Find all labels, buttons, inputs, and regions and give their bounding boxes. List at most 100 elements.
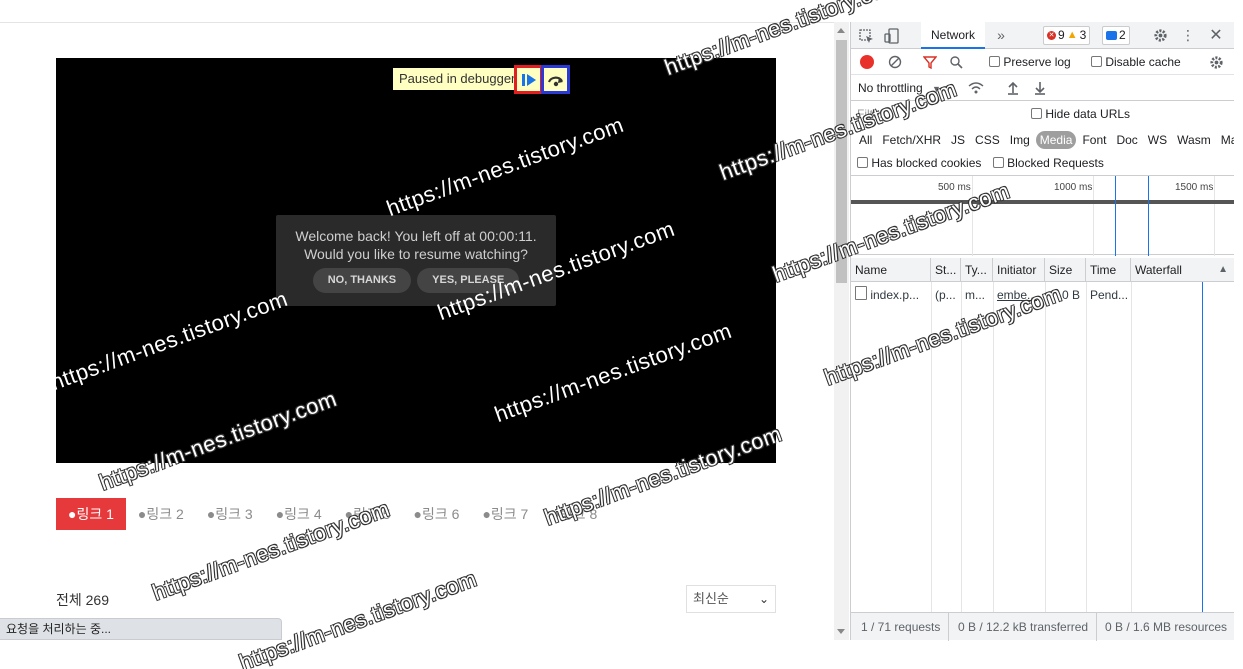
error-icon: ✕ [1047,31,1056,40]
total-count: 전체 269 [56,592,110,608]
tab-link-4[interactable]: ●링크 4 [265,498,333,530]
error-count: 9 [1058,28,1065,42]
more-tabs-button[interactable]: » [994,26,1008,44]
devtools-tab-bar: Network » ✕ 9 ▲ 3 2 ⋮ ✕ [851,22,1234,49]
throttling-select[interactable]: No throttling ▼ [858,81,941,95]
type-filter-doc[interactable]: Doc [1112,131,1141,149]
wifi-conditions-icon[interactable] [967,80,985,96]
blocked-requests-checkbox[interactable]: Blocked Requests [992,156,1104,170]
summary-resources: 0 B / 1.6 MB resources [1105,620,1228,634]
checkbox-icon [1031,108,1042,119]
close-icon[interactable]: ✕ [1207,26,1225,44]
type-filter-js[interactable]: JS [947,131,969,149]
table-row[interactable]: index.p... [851,284,931,306]
resume-icon [521,73,536,86]
device-toolbar-icon[interactable] [883,27,901,45]
divider [948,613,949,641]
column-header-initiator[interactable]: Initiator [993,258,1045,282]
inspect-element-icon[interactable] [857,27,875,45]
network-settings-gear-icon[interactable] [1208,54,1224,70]
messages-badge[interactable]: 2 [1102,26,1130,45]
summary-requests: 1 / 71 requests [861,620,941,634]
settings-gear-icon[interactable] [1151,26,1169,44]
file-icon [855,286,867,300]
step-over-button[interactable] [541,65,570,94]
yes-please-button[interactable]: YES, PLEASE [417,268,520,293]
timeline-label-1500: 1500 ms [1175,182,1214,193]
column-header-type[interactable]: Ty... [961,258,993,282]
tab-link-5[interactable]: ●링크 5 [334,498,402,530]
type-filter-manifest[interactable]: Manifest [1217,131,1234,149]
divider [1096,613,1097,641]
column-header-size[interactable]: Size [1045,258,1086,282]
network-overview-timeline[interactable]: 500 ms 1000 ms 1500 ms [851,175,1234,256]
timeline-gridline [1214,176,1215,256]
record-icon[interactable] [860,55,874,69]
checkbox-icon [857,157,868,168]
column-divider [1045,282,1046,612]
hide-data-urls-label: Hide data URLs [1045,107,1131,121]
type-filter-all[interactable]: All [855,131,876,149]
has-blocked-cookies-checkbox[interactable]: Has blocked cookies [857,156,985,170]
row-size: 0 B [1061,288,1080,302]
column-divider [1131,282,1132,612]
type-filter-fetch-xhr[interactable]: Fetch/XHR [878,131,945,149]
paused-in-debugger-label: Paused in debugger [393,68,522,90]
tab-link-8[interactable]: ●링크 8 [540,498,608,530]
scroll-up-arrow-icon[interactable] [837,28,845,33]
type-filter-wasm[interactable]: Wasm [1173,131,1215,149]
column-divider [993,282,994,612]
export-har-icon[interactable] [1032,80,1048,96]
hide-data-urls-checkbox[interactable]: Hide data URLs [1031,107,1130,121]
has-blocked-cookies-label: Has blocked cookies [871,156,982,170]
disable-cache-checkbox[interactable]: Disable cache [1091,55,1181,69]
timeline-label-500: 500 ms [938,182,971,193]
row-initiator-link[interactable]: embe... [993,284,1045,306]
column-header-time[interactable]: Time [1086,258,1131,282]
scrollbar-thumb[interactable] [836,40,847,283]
load-event-marker [1148,176,1149,256]
filter-input[interactable]: Filter [855,105,1017,124]
tab-network[interactable]: Network [921,22,986,49]
console-counts-badge[interactable]: ✕ 9 ▲ 3 [1043,26,1091,45]
preserve-log-checkbox[interactable]: Preserve log [989,55,1071,69]
tab-link-1[interactable]: ●링크 1 [56,498,126,530]
message-icon [1106,31,1117,40]
step-over-icon [547,76,563,86]
search-icon[interactable] [948,54,964,70]
type-filter-font[interactable]: Font [1078,131,1110,149]
scroll-down-arrow-icon[interactable] [837,629,845,634]
import-har-icon[interactable] [1005,80,1021,96]
chevron-down-icon: ⌄ [758,592,769,606]
column-divider [961,282,962,612]
column-header-name[interactable]: Name [851,258,931,282]
column-header-status[interactable]: St... [931,258,961,282]
devtools-panel: Network » ✕ 9 ▲ 3 2 ⋮ ✕ Preserve log Dis… [850,22,1234,641]
more-options-icon[interactable]: ⋮ [1181,26,1195,44]
row-type: m... [965,288,985,302]
tab-link-2[interactable]: ●링크 2 [127,498,195,530]
no-thanks-button[interactable]: NO, THANKS [312,268,412,293]
resume-execution-button[interactable] [514,65,543,94]
sort-select[interactable]: 최신순 ⌄ [686,585,776,613]
filter-icon[interactable] [922,54,938,70]
requests-table: Name St... Ty... Initiator Size Time Wat… [851,258,1234,612]
column-header-waterfall[interactable]: Waterfall ▲ [1131,258,1234,282]
type-filter-media[interactable]: Media [1035,131,1077,149]
clear-icon[interactable] [887,54,903,70]
type-filter-img[interactable]: Img [1006,131,1034,149]
blocked-requests-label: Blocked Requests [1007,156,1104,170]
waterfall-load-line [1202,282,1203,612]
browser-viewport: Paused in debugger Welcome back! You lef… [0,0,1243,669]
tab-link-7[interactable]: ●링크 7 [471,498,539,530]
dropdown-arrow-icon: ▼ [932,84,941,94]
throttling-toolbar: No throttling ▼ [851,75,1234,101]
type-filter-css[interactable]: CSS [971,131,1004,149]
resume-watching-dialog: Welcome back! You left off at 00:00:11. … [276,215,556,306]
type-filter-ws[interactable]: WS [1144,131,1171,149]
tab-link-3[interactable]: ●링크 3 [196,498,264,530]
resource-type-filters: All Fetch/XHR JS CSS Img Media Font Doc … [851,128,1234,152]
page-scrollbar[interactable] [834,22,849,640]
tab-link-6[interactable]: ●링크 6 [403,498,471,530]
timeline-gridline [972,176,973,256]
